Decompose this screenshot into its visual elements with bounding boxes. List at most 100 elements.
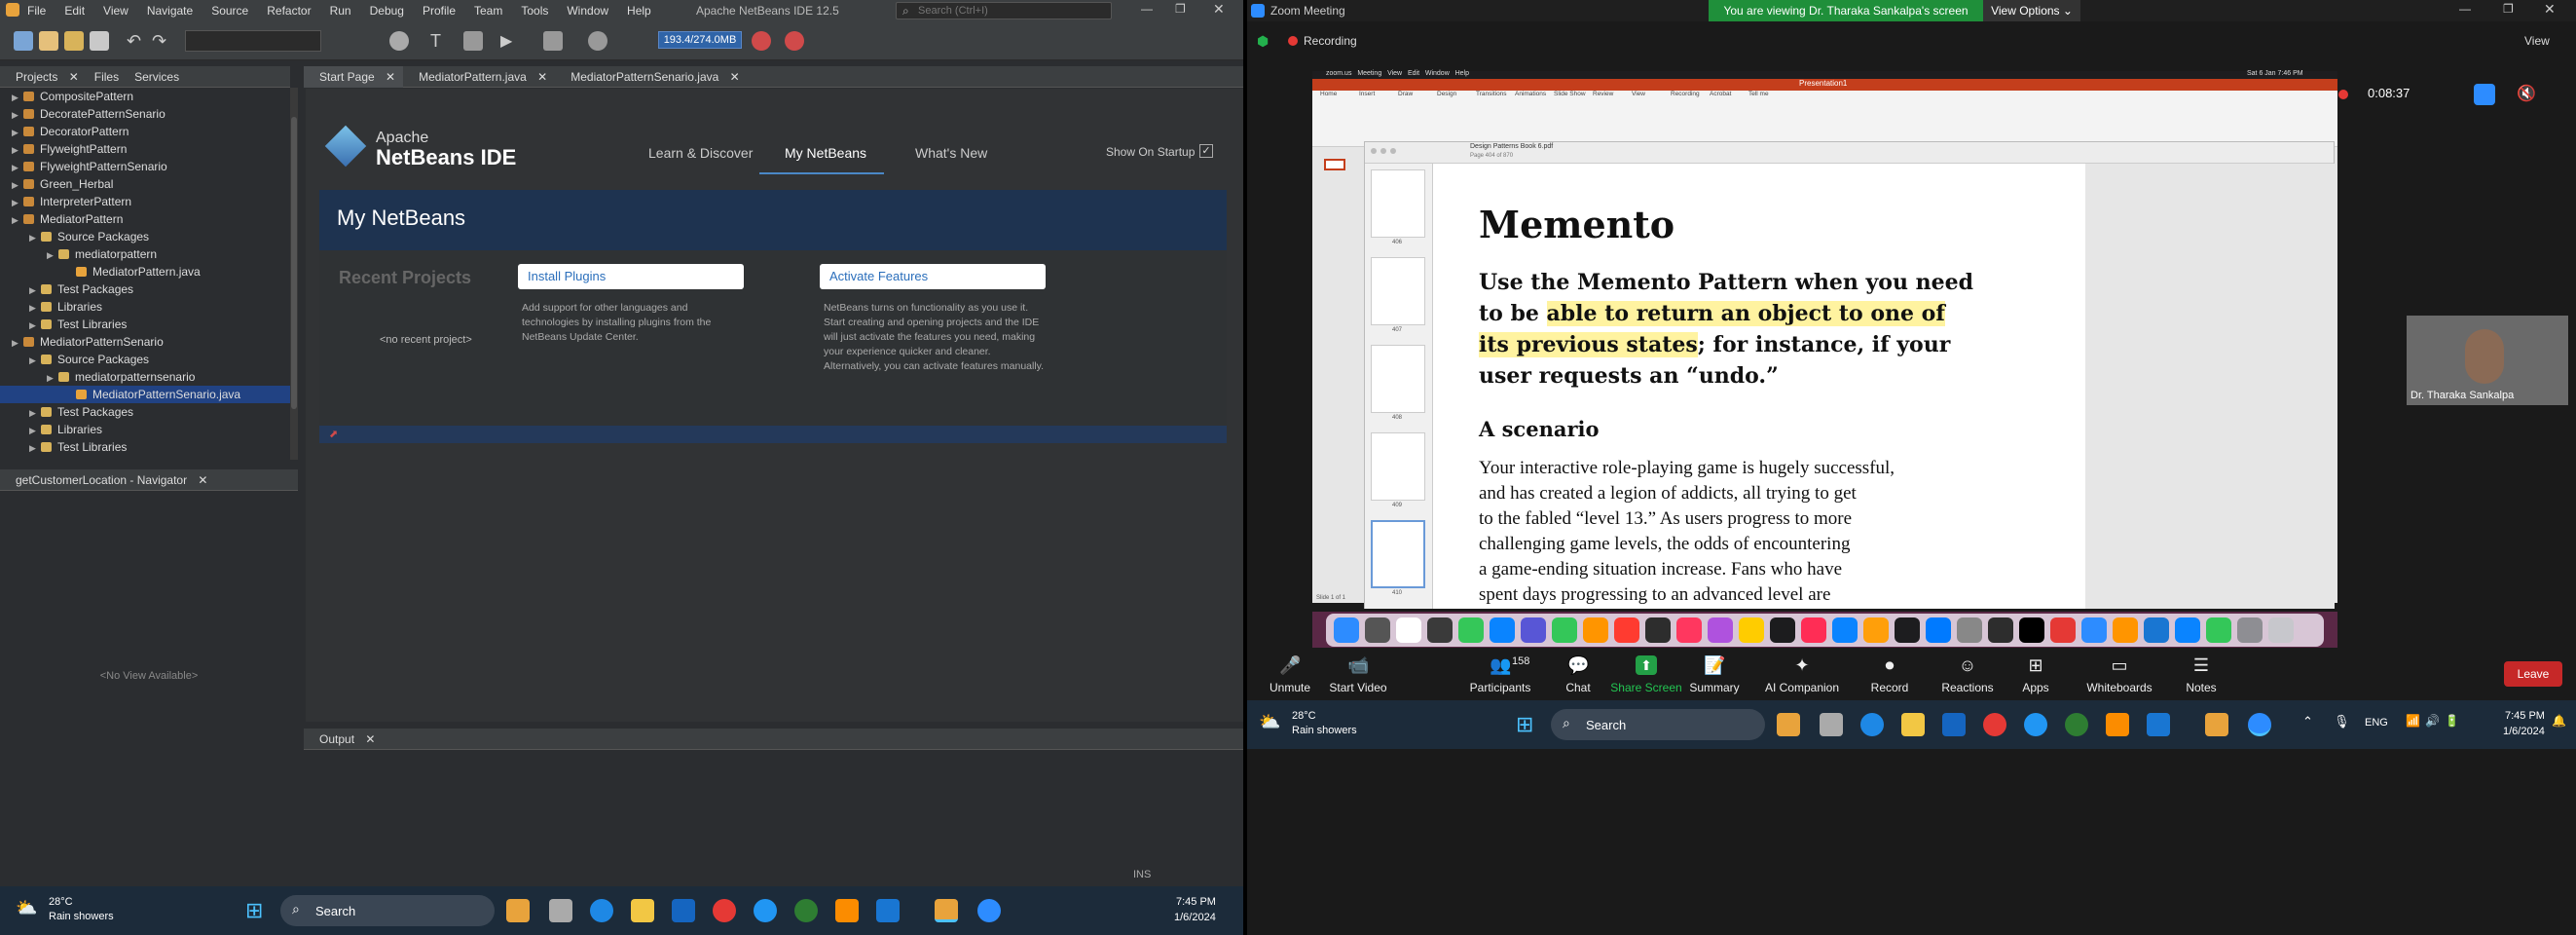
pdf-thumb[interactable] (1371, 169, 1425, 238)
dock-app-icon[interactable] (1676, 617, 1702, 643)
zoom-view-button[interactable]: View (2524, 34, 2550, 48)
tree-scrollbar-thumb[interactable] (291, 117, 297, 409)
dock-app-icon[interactable] (1396, 617, 1421, 643)
mute-audio-icon[interactable]: 🔇 (2517, 84, 2536, 103)
r-xampp-icon[interactable] (2106, 713, 2129, 736)
expand-arrow-icon[interactable]: ▶ (12, 124, 23, 141)
expand-arrow-icon[interactable]: ▶ (12, 176, 23, 194)
tree-row[interactable]: MediatorPatternSenario.java (0, 386, 290, 403)
r-app-icon[interactable] (2024, 713, 2047, 736)
maximize-icon[interactable]: ❐ (1175, 2, 1186, 16)
r-copilot-icon[interactable] (1777, 713, 1800, 736)
tree-row[interactable]: ▶ mediatorpatternsenario (0, 368, 290, 386)
tree-row[interactable]: ▶ DecoratePatternSenario (0, 105, 290, 123)
expand-arrow-icon[interactable]: ▶ (29, 404, 41, 422)
view-options-button[interactable]: View Options ⌄ (1983, 0, 2080, 21)
recording-label[interactable]: Recording (1304, 34, 1357, 48)
tree-row[interactable]: ▶ Test Libraries (0, 438, 290, 456)
r-file-explorer-icon[interactable] (1901, 713, 1925, 736)
dock-app-icon[interactable] (2206, 617, 2231, 643)
pdf-thumb[interactable] (1371, 520, 1425, 588)
tree-row[interactable]: ▶ Test Packages (0, 280, 290, 298)
menu-team[interactable]: Team (474, 0, 502, 21)
expand-arrow-icon[interactable]: ▶ (29, 317, 41, 334)
nav-learn-discover[interactable]: Learn & Discover (648, 145, 753, 161)
control-ai-companion[interactable]: ✦ AI Companion (1763, 648, 1841, 706)
save-all-icon[interactable] (90, 31, 109, 51)
tree-row[interactable]: ▶ DecoratorPattern (0, 123, 290, 140)
tab-navigator[interactable]: getCustomerLocation - Navigator ✕ (0, 469, 215, 491)
expand-arrow-icon[interactable]: ▶ (12, 334, 23, 352)
hammer-icon[interactable]: T (430, 31, 450, 51)
xampp-icon[interactable] (835, 899, 859, 922)
undo-icon[interactable]: ↶ (127, 31, 146, 51)
tree-row[interactable]: ▶ InterpreterPattern (0, 193, 290, 210)
dock-app-icon[interactable] (1801, 617, 1826, 643)
dock-app-icon[interactable] (2019, 617, 2044, 643)
zoom-close-icon[interactable]: ✕ (2544, 1, 2556, 18)
dock-app-icon[interactable] (1583, 617, 1608, 643)
language-indicator[interactable]: ENG (2365, 717, 2388, 729)
pdf-min-dot[interactable] (1380, 148, 1386, 154)
tree-row[interactable]: ▶ Green_Herbal (0, 175, 290, 193)
tree-row[interactable]: ▶ Source Packages (0, 228, 290, 245)
tab-services[interactable]: Services (127, 66, 187, 88)
shield-icon[interactable]: ⬢ (1257, 33, 1269, 50)
tray-chevron-icon[interactable]: ⌃ (2302, 714, 2313, 729)
tab-projects[interactable]: Projects ✕ (0, 66, 87, 90)
nav-my-netbeans[interactable]: My NetBeans (785, 145, 866, 161)
control-start-video[interactable]: 📹 Start Video (1319, 648, 1397, 706)
ribbon-tab[interactable]: Review (1593, 91, 1613, 97)
ribbon-tab[interactable]: Acrobat (1710, 91, 1731, 97)
netbeans-taskbar-icon[interactable] (935, 899, 958, 922)
leave-button[interactable]: Leave (2504, 661, 2562, 687)
profiler-snapshot-icon[interactable] (785, 31, 804, 51)
menu-profile[interactable]: Profile (423, 0, 456, 21)
dock-app-icon[interactable] (1427, 617, 1453, 643)
ribbon-tab[interactable]: Tell me (1748, 91, 1769, 97)
tab-start-page[interactable]: Start Page ✕ (304, 66, 404, 88)
ribbon-tab[interactable]: Animations (1515, 91, 1546, 97)
dock-app-icon[interactable] (2113, 617, 2138, 643)
build-icon[interactable] (389, 31, 409, 51)
dock-app-icon[interactable] (2175, 617, 2200, 643)
tree-row[interactable]: ▶ Test Libraries (0, 316, 290, 333)
tree-row[interactable]: ▶ Libraries (0, 298, 290, 316)
expand-arrow-icon[interactable]: ▶ (12, 89, 23, 106)
chrome-icon[interactable] (713, 899, 736, 922)
microphone-icon[interactable]: 🎙 (2334, 714, 2350, 729)
dock-app-icon[interactable] (1863, 617, 1889, 643)
tree-row[interactable]: ▶ Test Packages (0, 403, 290, 421)
expand-arrow-icon[interactable]: ▶ (29, 352, 41, 369)
nav-whats-new[interactable]: What's New (915, 145, 987, 161)
participant-video[interactable]: Dr. Tharaka Sankalpa (2407, 316, 2568, 405)
control-participants[interactable]: 👥 158 Participants (1461, 648, 1539, 706)
windows-start-icon[interactable]: ⊞ (245, 898, 263, 923)
control-record[interactable]: ⏺ Record (1851, 648, 1929, 706)
tree-row[interactable]: ▶ Source Packages (0, 351, 290, 368)
expand-arrow-icon[interactable]: ▶ (29, 439, 41, 457)
notification-bell-icon[interactable]: 🔔 (2552, 714, 2566, 728)
pdf-max-dot[interactable] (1390, 148, 1396, 154)
r-zoom-icon[interactable] (2248, 713, 2271, 736)
r-windows-start-icon[interactable]: ⊞ (1516, 712, 1533, 737)
expand-arrow-icon[interactable]: ▶ (29, 422, 41, 439)
menu-debug[interactable]: Debug (370, 0, 404, 21)
menu-navigate[interactable]: Navigate (147, 0, 193, 21)
vscode-icon[interactable] (876, 899, 900, 922)
ribbon-tab[interactable]: View (1632, 91, 1645, 97)
minimize-icon[interactable]: — (1141, 2, 1153, 16)
gc-icon[interactable] (752, 31, 771, 51)
dock-app-icon[interactable] (1458, 617, 1484, 643)
pdf-thumb[interactable] (1371, 432, 1425, 501)
expand-arrow-icon[interactable]: ▶ (12, 159, 23, 176)
tab-output[interactable]: Output ✕ (304, 729, 383, 750)
run-icon[interactable]: ▶ (500, 31, 520, 51)
nb-search-input[interactable] (918, 4, 1103, 18)
file-explorer-icon[interactable] (631, 899, 654, 922)
memory-indicator[interactable]: 193.4/274.0MB (658, 31, 742, 49)
copilot-icon[interactable] (506, 899, 530, 922)
edge-icon[interactable] (590, 899, 613, 922)
expand-arrow-icon[interactable]: ▶ (12, 106, 23, 124)
dock-app-icon[interactable] (1770, 617, 1795, 643)
